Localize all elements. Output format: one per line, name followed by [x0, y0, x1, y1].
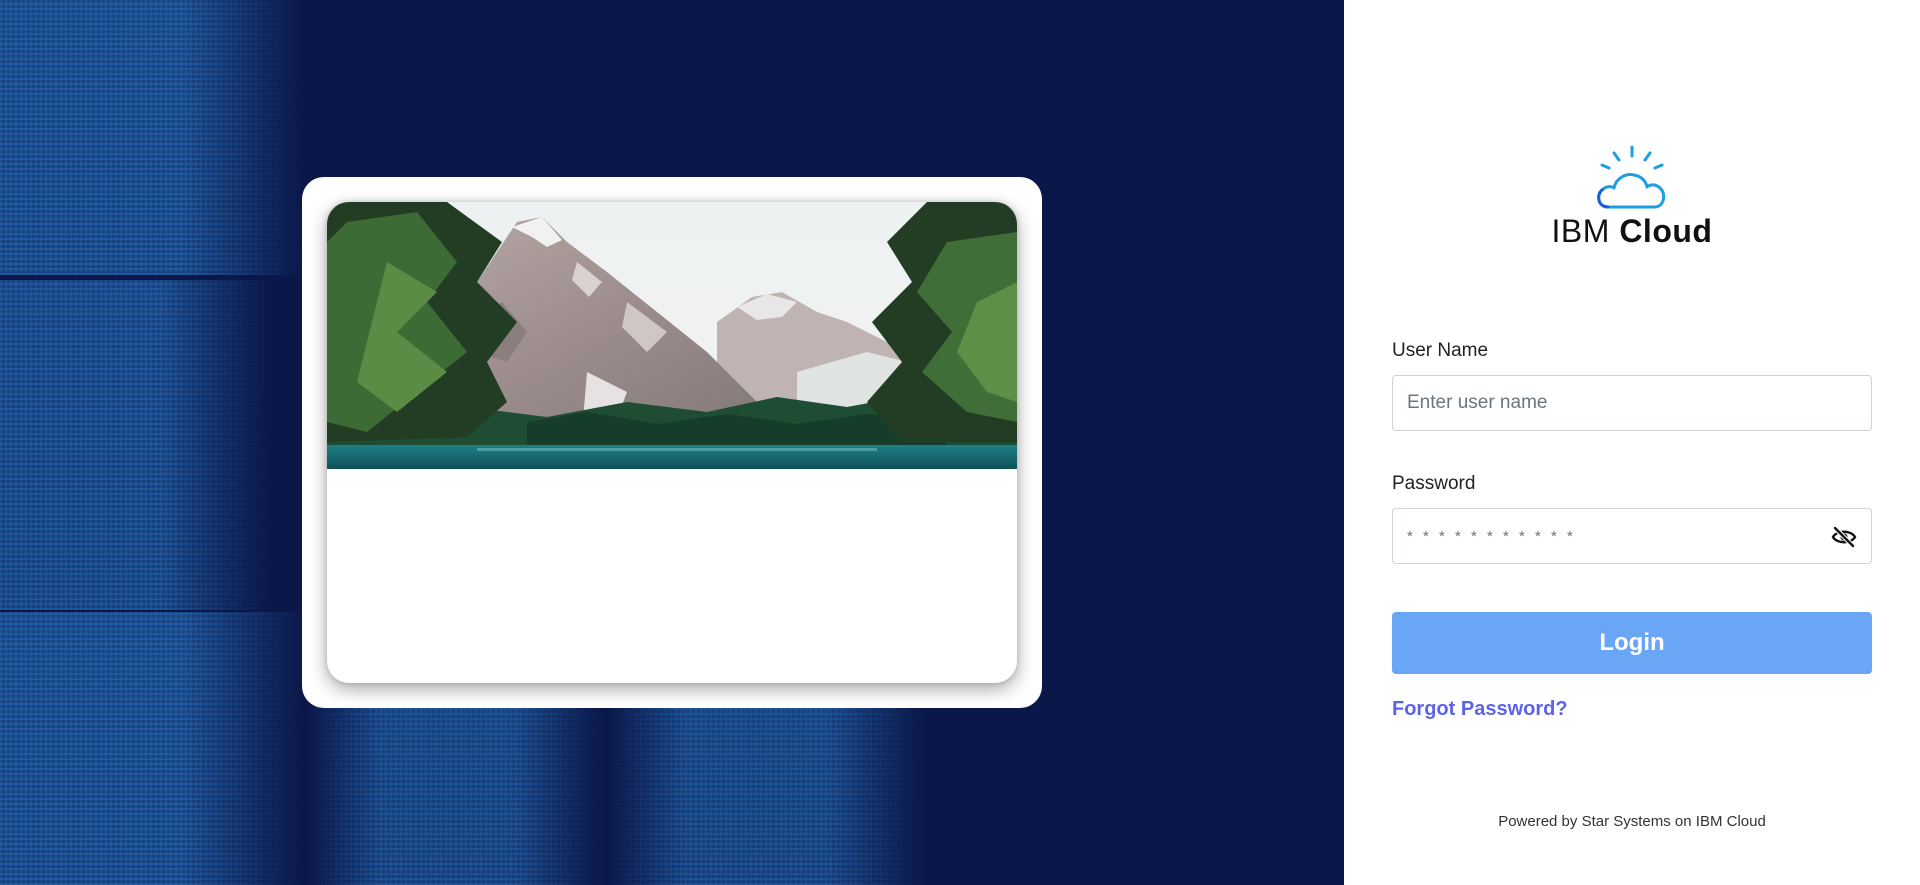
password-field-wrapper	[1392, 508, 1872, 564]
footer-text: Powered by Star Systems on IBM Cloud	[1498, 813, 1766, 830]
password-label: Password	[1392, 473, 1476, 494]
background-pattern-tile	[0, 0, 305, 275]
background-pattern-tile	[605, 700, 925, 885]
username-field-wrapper	[1392, 375, 1872, 431]
logo-text: IBM Cloud	[1552, 213, 1713, 250]
username-label: User Name	[1392, 340, 1489, 361]
eye-slash-icon[interactable]	[1831, 525, 1857, 549]
hero-card	[327, 202, 1017, 683]
logo-text-ibm: IBM	[1551, 213, 1610, 249]
ibm-cloud-logo-icon	[1597, 145, 1666, 209]
mountain-lake-image	[327, 202, 1017, 469]
background-pattern-tile	[0, 280, 270, 610]
login-button[interactable]: Login	[1392, 612, 1872, 674]
login-form: User Name Password Login Forgot Password…	[1392, 340, 1872, 721]
hero-panel	[0, 0, 1344, 885]
background-pattern-tile	[305, 700, 605, 885]
login-panel: IBM Cloud User Name Password Login For	[1344, 0, 1920, 885]
background-pattern-tile	[0, 612, 305, 885]
password-input[interactable]	[1393, 509, 1871, 563]
brand-logo: IBM Cloud	[1344, 145, 1920, 250]
username-input[interactable]	[1393, 376, 1871, 430]
hero-card-frame	[302, 177, 1042, 708]
logo-text-cloud: Cloud	[1619, 213, 1713, 249]
login-page: IBM Cloud User Name Password Login For	[0, 0, 1920, 885]
forgot-password-link[interactable]: Forgot Password?	[1392, 698, 1568, 721]
